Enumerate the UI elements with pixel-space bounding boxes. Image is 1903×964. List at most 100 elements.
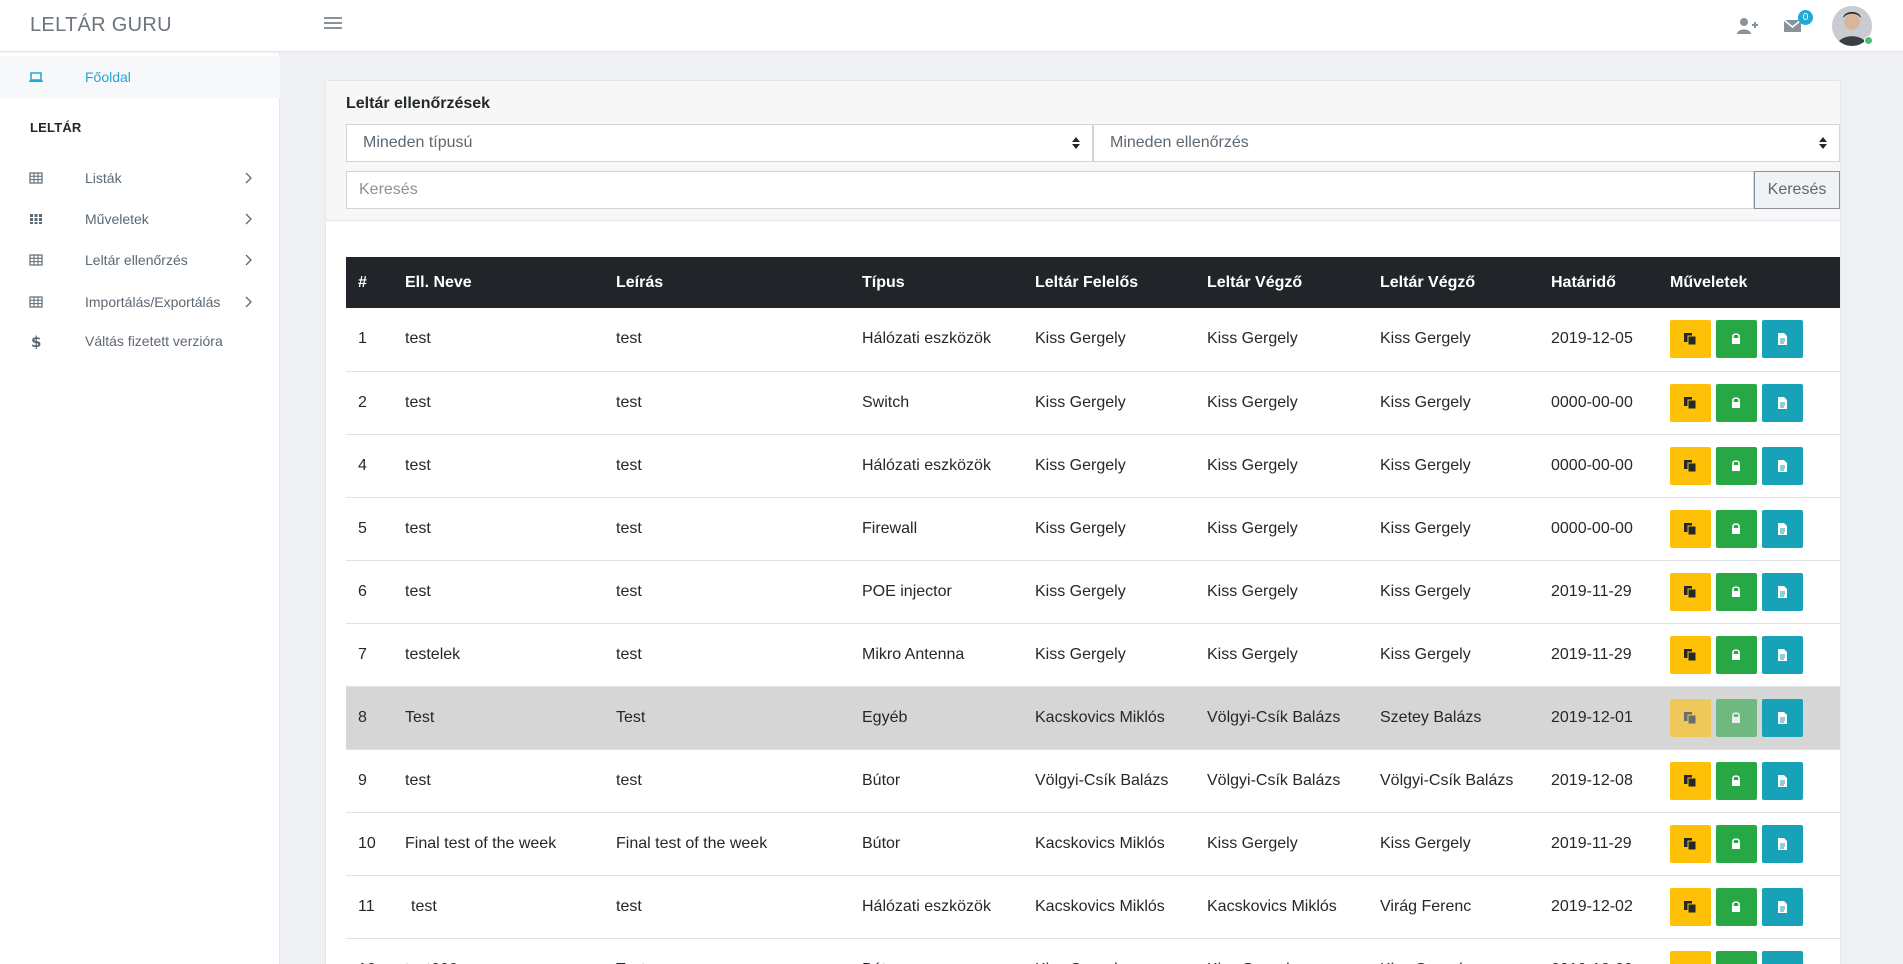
sidebar-item-import-export[interactable]: Importálás/Exportálás [0,281,280,323]
cell-description: test [604,749,850,813]
column-header[interactable]: Típus [850,257,1023,308]
copy-button[interactable] [1670,950,1711,964]
add-user-icon[interactable] [1736,16,1758,36]
lock-button[interactable] [1716,320,1757,359]
cell-owner: Kiss Gergely [1023,497,1195,561]
cell-name: test [393,875,604,939]
column-header[interactable]: Határidő [1539,257,1658,308]
cell-actions [1658,497,1840,561]
table-row[interactable]: 2 test test Switch Kiss Gergely Kiss Gergely K… [346,371,1840,435]
document-button[interactable] [1762,635,1803,674]
cell-type: Bútor [850,938,1023,964]
copy-button[interactable] [1670,446,1711,485]
cell-description: test [604,560,850,624]
cell-description: test [604,623,850,687]
table-row[interactable]: 7 testelek test Mikro Antenna Kiss Gergely Ki… [346,623,1840,687]
cell-type: Hálózati eszközök [850,308,1023,372]
brand-logo[interactable]: LELTÁR GURU [30,0,172,52]
sidebar-section-title: LELTÁR [30,120,82,135]
table-row[interactable]: 6 test test POE injector Kiss Gergely Kiss Ge… [346,560,1840,624]
lock-button[interactable] [1716,887,1757,926]
lock-button[interactable] [1716,635,1757,674]
cell-description: test [604,308,850,372]
cell-type: Firewall [850,497,1023,561]
menu-toggle-icon[interactable] [324,17,342,33]
sidebar-item-operations[interactable]: Műveletek [0,198,280,240]
chevron-right-icon [245,296,252,308]
lock-button[interactable] [1716,383,1757,422]
cell-doer: Kiss Gergely [1368,560,1539,624]
cell-actions [1658,434,1840,498]
document-button[interactable] [1762,824,1803,863]
lock-button[interactable] [1716,761,1757,800]
lock-button[interactable] [1716,950,1757,964]
cell-owner: Kiss Gergely [1023,308,1195,372]
copy-button[interactable] [1670,761,1711,800]
copy-button[interactable] [1670,887,1711,926]
cell-actions [1658,875,1840,939]
column-header[interactable]: Leltár Végző [1368,257,1539,308]
online-status-dot [1864,36,1873,45]
cell-name: test [393,308,604,372]
select-arrows-icon [1072,137,1080,149]
copy-button[interactable] [1670,635,1711,674]
laptop-icon [29,72,43,82]
copy-button[interactable] [1670,824,1711,863]
cell-description: test [604,434,850,498]
sidebar: Főoldal LELTÁR Listák Műveletek Leltár e… [0,53,280,964]
chevron-right-icon [245,254,252,266]
table-row[interactable]: 10 Final test of the week Final test of th… [346,812,1840,876]
table-row[interactable]: 11 test test Hálózati eszközök Kacskovics M… [346,875,1840,939]
column-header[interactable]: Leírás [604,257,850,308]
copy-button[interactable] [1670,383,1711,422]
type-select[interactable]: Mineden típusú [346,124,1093,162]
search-input[interactable] [346,171,1754,209]
table-row[interactable]: 5 test test Firewall Kiss Gergely Kiss Gergel… [346,497,1840,561]
document-button[interactable] [1762,761,1803,800]
document-button[interactable] [1762,572,1803,611]
document-button[interactable] [1762,887,1803,926]
document-button[interactable] [1762,383,1803,422]
column-header[interactable]: Leltár Felelős [1023,257,1195,308]
document-button[interactable] [1762,950,1803,964]
cell-description: test [604,497,850,561]
copy-button[interactable] [1670,698,1711,737]
document-button[interactable] [1762,320,1803,359]
check-select[interactable]: Mineden ellenőrzés [1093,124,1840,162]
lock-button[interactable] [1716,824,1757,863]
sidebar-item-home[interactable]: Főoldal [0,56,280,98]
sidebar-item-lists[interactable]: Listák [0,157,280,199]
column-header[interactable]: # [346,257,393,308]
cell-deadline: 2019-11-29 [1539,812,1658,876]
document-button[interactable] [1762,509,1803,548]
cell-actions [1658,371,1840,435]
document-button[interactable] [1762,698,1803,737]
table-icon [29,254,43,266]
cell-id: 2 [346,371,393,435]
lock-button[interactable] [1716,572,1757,611]
search-button[interactable]: Keresés [1754,171,1840,209]
table-row[interactable]: 12test666TestBútorKiss GergelyKiss Gerge… [346,938,1840,964]
table-row[interactable]: 8 Test Test Egyéb Kacskovics Miklós Völgyi-Cs… [346,686,1840,750]
sidebar-item-label: Listák [85,170,122,186]
column-header[interactable]: Ell. Neve [393,257,604,308]
table-row[interactable]: 4 test test Hálózati eszközök Kiss Gergely Ki… [346,434,1840,498]
lock-button[interactable] [1716,509,1757,548]
copy-button[interactable] [1670,572,1711,611]
table-header-row: # Ell. Neve Leírás Típus Leltár Felelős … [346,257,1840,308]
lock-button[interactable] [1716,698,1757,737]
copy-button[interactable] [1670,509,1711,548]
document-button[interactable] [1762,446,1803,485]
cell-name: test [393,497,604,561]
table-row[interactable]: 1 test test Hálózati eszközök Kiss Gergely Ki… [346,308,1840,372]
copy-button[interactable] [1670,320,1711,359]
sidebar-item-inventory-check[interactable]: Leltár ellenőrzés [0,239,280,281]
column-header[interactable]: Leltár Végző [1195,257,1368,308]
sidebar-item-upgrade[interactable]: $ Váltás fizetett verzióra [0,320,280,362]
table-row[interactable]: 9 test test Bútor Völgyi-Csík Balázs Völgyi-C… [346,749,1840,813]
cell-name: Final test of the week [393,812,604,876]
cell-description: test [604,875,850,939]
cell-doer: Kiss Gergely [1368,623,1539,687]
lock-button[interactable] [1716,446,1757,485]
cell-type: Switch [850,371,1023,435]
